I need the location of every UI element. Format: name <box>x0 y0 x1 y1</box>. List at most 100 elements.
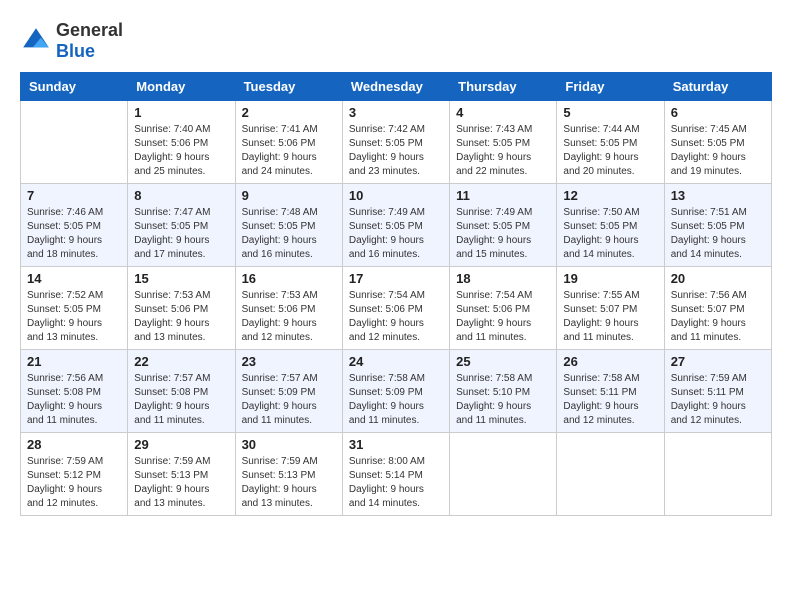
day-info: Sunrise: 7:56 AM Sunset: 5:07 PM Dayligh… <box>671 289 765 345</box>
day-cell: 15 Sunrise: 7:53 AM Sunset: 5:06 PM Dayli… <box>128 267 235 350</box>
logo-icon <box>20 25 52 57</box>
day-number: 9 <box>242 188 336 203</box>
day-info: Sunrise: 7:56 AM Sunset: 5:08 PM Dayligh… <box>27 372 121 428</box>
day-info: Sunrise: 8:00 AM Sunset: 5:14 PM Dayligh… <box>349 455 443 511</box>
day-cell: 3 Sunrise: 7:42 AM Sunset: 5:05 PM Daylig… <box>342 101 449 184</box>
day-cell: 17 Sunrise: 7:54 AM Sunset: 5:06 PM Dayli… <box>342 267 449 350</box>
day-number: 28 <box>27 437 121 452</box>
day-number: 17 <box>349 271 443 286</box>
week-row-4: 21 Sunrise: 7:56 AM Sunset: 5:08 PM Dayli… <box>21 350 772 433</box>
day-cell: 25Sunrise: 7:58 AM Sunset: 5:10 PM Dayli… <box>450 350 557 433</box>
day-info: Sunrise: 7:49 AM Sunset: 5:05 PM Dayligh… <box>349 206 443 262</box>
day-cell <box>21 101 128 184</box>
day-cell: 20 Sunrise: 7:56 AM Sunset: 5:07 PM Dayli… <box>664 267 771 350</box>
day-info: Sunrise: 7:48 AM Sunset: 5:05 PM Dayligh… <box>242 206 336 262</box>
day-info: Sunrise: 7:49 AM Sunset: 5:05 PM Dayligh… <box>456 206 550 262</box>
day-info: Sunrise: 7:57 AM Sunset: 5:09 PM Dayligh… <box>242 372 336 428</box>
day-cell: 7 Sunrise: 7:46 AM Sunset: 5:05 PM Daylig… <box>21 184 128 267</box>
logo: General Blue <box>20 20 123 62</box>
day-number: 20 <box>671 271 765 286</box>
day-info: Sunrise: 7:57 AM Sunset: 5:08 PM Dayligh… <box>134 372 228 428</box>
day-number: 7 <box>27 188 121 203</box>
day-cell: 14Sunrise: 7:52 AM Sunset: 5:05 PM Dayli… <box>21 267 128 350</box>
day-info: Sunrise: 7:53 AM Sunset: 5:06 PM Dayligh… <box>134 289 228 345</box>
day-cell: 8Sunrise: 7:47 AM Sunset: 5:05 PM Daylig… <box>128 184 235 267</box>
day-info: Sunrise: 7:59 AM Sunset: 5:11 PM Dayligh… <box>671 372 765 428</box>
week-row-3: 14Sunrise: 7:52 AM Sunset: 5:05 PM Dayli… <box>21 267 772 350</box>
day-number: 24 <box>349 354 443 369</box>
header-cell-tuesday: Tuesday <box>235 73 342 101</box>
day-cell: 22 Sunrise: 7:57 AM Sunset: 5:08 PM Dayli… <box>128 350 235 433</box>
day-info: Sunrise: 7:46 AM Sunset: 5:05 PM Dayligh… <box>27 206 121 262</box>
day-cell: 19 Sunrise: 7:55 AM Sunset: 5:07 PM Dayli… <box>557 267 664 350</box>
header-cell-wednesday: Wednesday <box>342 73 449 101</box>
day-cell: 29 Sunrise: 7:59 AM Sunset: 5:13 PM Dayli… <box>128 433 235 516</box>
day-cell: 16 Sunrise: 7:53 AM Sunset: 5:06 PM Dayli… <box>235 267 342 350</box>
day-number: 13 <box>671 188 765 203</box>
day-cell <box>557 433 664 516</box>
day-info: Sunrise: 7:58 AM Sunset: 5:10 PM Dayligh… <box>456 372 550 428</box>
day-number: 10 <box>349 188 443 203</box>
week-row-2: 7 Sunrise: 7:46 AM Sunset: 5:05 PM Daylig… <box>21 184 772 267</box>
day-number: 31 <box>349 437 443 452</box>
day-cell: 30Sunrise: 7:59 AM Sunset: 5:13 PM Dayli… <box>235 433 342 516</box>
header-cell-sunday: Sunday <box>21 73 128 101</box>
day-cell <box>450 433 557 516</box>
day-info: Sunrise: 7:58 AM Sunset: 5:11 PM Dayligh… <box>563 372 657 428</box>
day-info: Sunrise: 7:59 AM Sunset: 5:13 PM Dayligh… <box>242 455 336 511</box>
day-cell: 6 Sunrise: 7:45 AM Sunset: 5:05 PM Daylig… <box>664 101 771 184</box>
day-number: 11 <box>456 188 550 203</box>
day-number: 15 <box>134 271 228 286</box>
day-info: Sunrise: 7:50 AM Sunset: 5:05 PM Dayligh… <box>563 206 657 262</box>
day-number: 6 <box>671 105 765 120</box>
day-number: 21 <box>27 354 121 369</box>
day-cell: 13 Sunrise: 7:51 AM Sunset: 5:05 PM Dayli… <box>664 184 771 267</box>
day-cell: 12 Sunrise: 7:50 AM Sunset: 5:05 PM Dayli… <box>557 184 664 267</box>
day-info: Sunrise: 7:44 AM Sunset: 5:05 PM Dayligh… <box>563 123 657 179</box>
day-cell: 11 Sunrise: 7:49 AM Sunset: 5:05 PM Dayli… <box>450 184 557 267</box>
day-cell: 26 Sunrise: 7:58 AM Sunset: 5:11 PM Dayli… <box>557 350 664 433</box>
header-cell-thursday: Thursday <box>450 73 557 101</box>
day-number: 22 <box>134 354 228 369</box>
day-number: 29 <box>134 437 228 452</box>
day-info: Sunrise: 7:43 AM Sunset: 5:05 PM Dayligh… <box>456 123 550 179</box>
day-cell: 10 Sunrise: 7:49 AM Sunset: 5:05 PM Dayli… <box>342 184 449 267</box>
logo-text: General Blue <box>56 20 123 62</box>
day-cell: 2 Sunrise: 7:41 AM Sunset: 5:06 PM Daylig… <box>235 101 342 184</box>
day-number: 23 <box>242 354 336 369</box>
day-number: 4 <box>456 105 550 120</box>
day-number: 3 <box>349 105 443 120</box>
day-info: Sunrise: 7:40 AM Sunset: 5:06 PM Dayligh… <box>134 123 228 179</box>
header-row: SundayMondayTuesdayWednesdayThursdayFrid… <box>21 73 772 101</box>
day-number: 26 <box>563 354 657 369</box>
day-cell: 24Sunrise: 7:58 AM Sunset: 5:09 PM Dayli… <box>342 350 449 433</box>
day-info: Sunrise: 7:53 AM Sunset: 5:06 PM Dayligh… <box>242 289 336 345</box>
week-row-1: 1 Sunrise: 7:40 AM Sunset: 5:06 PM Daylig… <box>21 101 772 184</box>
week-row-5: 28 Sunrise: 7:59 AM Sunset: 5:12 PM Dayli… <box>21 433 772 516</box>
day-cell: 18 Sunrise: 7:54 AM Sunset: 5:06 PM Dayli… <box>450 267 557 350</box>
day-info: Sunrise: 7:59 AM Sunset: 5:13 PM Dayligh… <box>134 455 228 511</box>
day-number: 16 <box>242 271 336 286</box>
day-number: 2 <box>242 105 336 120</box>
day-number: 1 <box>134 105 228 120</box>
day-info: Sunrise: 7:42 AM Sunset: 5:05 PM Dayligh… <box>349 123 443 179</box>
day-info: Sunrise: 7:54 AM Sunset: 5:06 PM Dayligh… <box>349 289 443 345</box>
day-number: 8 <box>134 188 228 203</box>
day-info: Sunrise: 7:45 AM Sunset: 5:05 PM Dayligh… <box>671 123 765 179</box>
day-info: Sunrise: 7:51 AM Sunset: 5:05 PM Dayligh… <box>671 206 765 262</box>
day-cell: 27Sunrise: 7:59 AM Sunset: 5:11 PM Dayli… <box>664 350 771 433</box>
day-info: Sunrise: 7:55 AM Sunset: 5:07 PM Dayligh… <box>563 289 657 345</box>
header-cell-monday: Monday <box>128 73 235 101</box>
day-info: Sunrise: 7:52 AM Sunset: 5:05 PM Dayligh… <box>27 289 121 345</box>
day-number: 18 <box>456 271 550 286</box>
day-number: 19 <box>563 271 657 286</box>
day-info: Sunrise: 7:59 AM Sunset: 5:12 PM Dayligh… <box>27 455 121 511</box>
day-cell: 21 Sunrise: 7:56 AM Sunset: 5:08 PM Dayli… <box>21 350 128 433</box>
day-info: Sunrise: 7:41 AM Sunset: 5:06 PM Dayligh… <box>242 123 336 179</box>
day-cell: 4 Sunrise: 7:43 AM Sunset: 5:05 PM Daylig… <box>450 101 557 184</box>
day-info: Sunrise: 7:54 AM Sunset: 5:06 PM Dayligh… <box>456 289 550 345</box>
calendar-table: SundayMondayTuesdayWednesdayThursdayFrid… <box>20 72 772 516</box>
day-cell: 1 Sunrise: 7:40 AM Sunset: 5:06 PM Daylig… <box>128 101 235 184</box>
day-cell <box>664 433 771 516</box>
day-number: 12 <box>563 188 657 203</box>
